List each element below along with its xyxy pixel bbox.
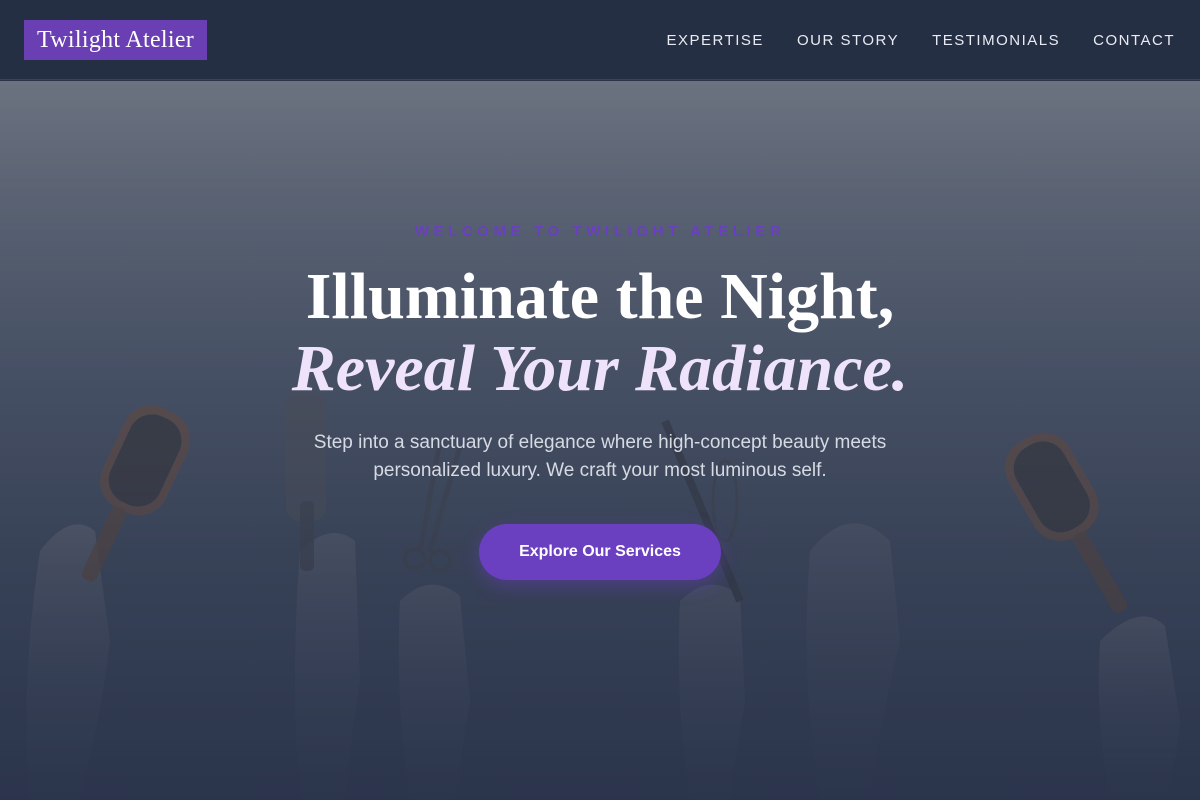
main-nav: EXPERTISE OUR STORY TESTIMONIALS CONTACT [667,0,1175,80]
explore-services-button[interactable]: Explore Our Services [479,524,721,580]
hero-headline-line-2: Reveal Your Radiance. [291,332,909,405]
site-header: Twilight Atelier EXPERTISE OUR STORY TES… [0,0,1200,80]
nav-link-contact[interactable]: CONTACT [1093,32,1175,49]
hand-with-scissors [398,440,470,800]
hero-headline-line-1: Illuminate the Night, [305,260,895,333]
hand-with-brush-right [1005,432,1180,800]
hand-with-brush-left [26,405,191,800]
brand-logo[interactable]: Twilight Atelier [24,20,208,60]
nav-link-expertise[interactable]: EXPERTISE [667,32,764,49]
hero-eyebrow: WELCOME TO TWILIGHT ATELIER [414,223,786,240]
hero-section: WELCOME TO TWILIGHT ATELIER Illuminate t… [0,81,1200,800]
nav-link-testimonials[interactable]: TESTIMONIALS [932,32,1060,49]
hero-subtext: Step into a sanctuary of elegance where … [313,432,887,481]
open-hand [806,523,900,800]
nav-link-our-story[interactable]: OUR STORY [797,32,899,49]
